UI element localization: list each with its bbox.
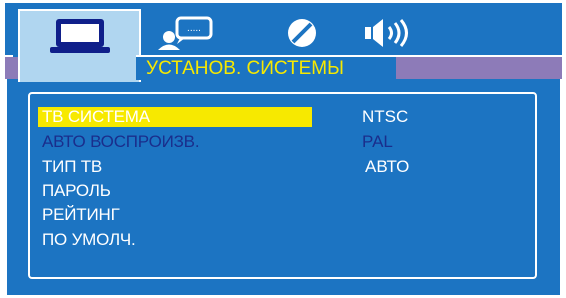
tab-video[interactable] <box>272 9 332 57</box>
settings-panel: ТВ СИСТЕМА АВТО ВОСПРОИЗВ. ТИП ТВ ПАРОЛЬ… <box>5 79 562 295</box>
tv-icon <box>49 19 110 53</box>
tab-system-setup[interactable] <box>18 9 141 82</box>
osd-menu: ..... УСТАНОВ. СИСТЕМЫ ТВ СИСТЕМА АВТО В… <box>0 0 566 298</box>
menu-item-default[interactable]: ПО УМОЛЧ. <box>42 230 136 250</box>
user-remote-icon: ..... <box>158 16 213 50</box>
tab-audio[interactable] <box>360 9 420 57</box>
option-pal[interactable]: PAL <box>362 132 393 152</box>
menu-item-rating[interactable]: РЕЙТИНГ <box>42 205 120 225</box>
divider-line <box>5 55 13 57</box>
speaker-icon <box>365 19 408 47</box>
divider-line <box>395 55 562 57</box>
disc-icon <box>288 19 316 47</box>
menu-item-tv-system[interactable]: ТВ СИСТЕМА <box>38 107 312 127</box>
page-title: УСТАНОВ. СИСТЕМЫ <box>136 55 396 80</box>
menu-item-auto-play[interactable]: АВТО ВОСПРОИЗВ. <box>42 132 200 152</box>
menu-item-tv-type[interactable]: ТИП ТВ <box>42 157 102 177</box>
tab-language[interactable]: ..... <box>155 9 215 57</box>
svg-text:.....: ..... <box>187 23 201 34</box>
option-auto[interactable]: АВТО <box>365 157 409 177</box>
menu-item-password[interactable]: ПАРОЛЬ <box>42 181 111 201</box>
option-ntsc[interactable]: NTSC <box>362 107 408 127</box>
tab-bar: ..... <box>5 3 562 82</box>
